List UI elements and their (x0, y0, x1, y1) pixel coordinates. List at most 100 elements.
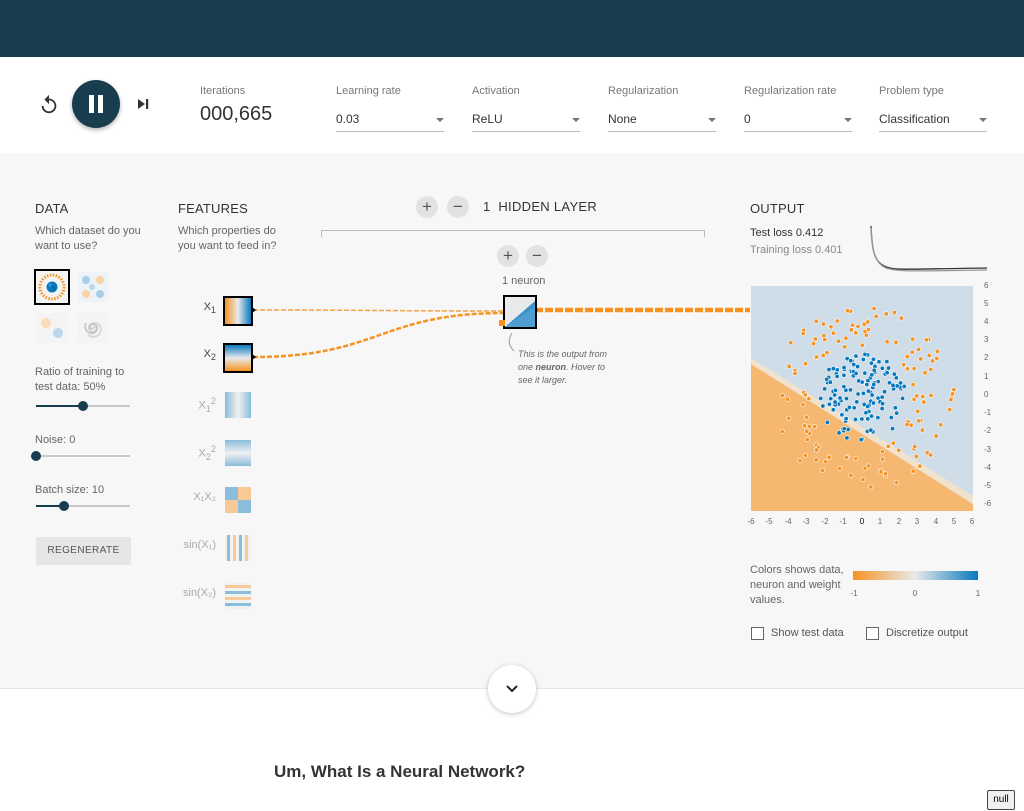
regularization-rate-select[interactable]: 0 (744, 111, 852, 132)
output-title: OUTPUT (750, 201, 805, 216)
data-point-orange (901, 362, 907, 368)
data-point-orange (879, 456, 885, 462)
pause-button[interactable] (72, 80, 120, 128)
data-point-orange (923, 337, 929, 343)
data-point-blue (851, 362, 857, 368)
data-point-blue (827, 379, 833, 385)
article-heading: Um, What Is a Neural Network? (274, 762, 526, 781)
data-point-orange (862, 465, 868, 471)
pause-icon (89, 95, 94, 113)
data-point-orange (911, 366, 917, 372)
data-point-orange (786, 363, 792, 369)
null-badge: null (987, 790, 1015, 810)
chevron-down-icon (506, 685, 518, 693)
step-icon[interactable] (134, 95, 152, 113)
data-point-orange (910, 336, 916, 342)
discretize-output-checkbox[interactable] (866, 627, 879, 640)
data-point-blue (870, 356, 876, 362)
data-point-orange (811, 424, 817, 430)
data-point-orange (882, 471, 888, 477)
data-point-orange (950, 391, 956, 397)
test-loss: Test loss 0.412 (750, 227, 824, 239)
data-point-orange (848, 472, 854, 478)
data-point-orange (926, 352, 932, 358)
data-point-blue (843, 416, 849, 422)
data-point-blue (826, 401, 832, 407)
problem-type-select[interactable]: Classification (879, 111, 987, 132)
data-point-blue (837, 395, 843, 401)
scroll-down-button[interactable] (488, 665, 536, 713)
data-point-blue (871, 381, 877, 387)
data-point-blue (876, 359, 882, 365)
data-point-blue (879, 394, 885, 400)
data-point-orange (928, 392, 934, 398)
data-point-orange (806, 396, 812, 402)
data-point-blue (879, 406, 885, 412)
data-point-blue (863, 410, 869, 416)
data-point-orange (835, 338, 841, 344)
data-point-blue (869, 372, 875, 378)
data-point-orange (779, 393, 785, 399)
data-point-blue (898, 380, 904, 386)
remove-layer-button[interactable]: − (447, 196, 469, 218)
data-point-blue (853, 370, 859, 376)
hidden-neuron[interactable] (503, 295, 537, 329)
learning-rate-select[interactable]: 0.03 (336, 111, 444, 132)
data-point-orange (890, 440, 896, 446)
link-x2-neuron[interactable] (252, 311, 506, 359)
add-neuron-button[interactable]: + (497, 245, 519, 267)
data-point-blue (900, 395, 906, 401)
data-point-blue (880, 401, 886, 407)
neuron-bias[interactable] (499, 320, 505, 326)
control-bar: Iterations 000,665 Learning rate 0.03 Ac… (0, 57, 1024, 154)
data-point-orange (785, 396, 791, 402)
activation-select[interactable]: ReLU (472, 111, 580, 132)
data-point-blue (834, 373, 840, 379)
chevron-down-icon (708, 118, 716, 122)
data-point-orange (812, 336, 818, 342)
regularization-select[interactable]: None (608, 111, 716, 132)
data-point-orange (821, 321, 827, 327)
data-point-orange (859, 342, 865, 348)
add-layer-button[interactable]: + (416, 196, 438, 218)
data-point-blue (855, 391, 861, 397)
data-point-blue (865, 378, 871, 384)
data-point-blue (888, 415, 894, 421)
data-point-blue (830, 407, 836, 413)
discretize-output-label: Discretize output (886, 627, 968, 639)
output-heatmap[interactable] (751, 286, 973, 511)
data-point-orange (834, 318, 840, 324)
data-point-orange (910, 468, 916, 474)
data-point-orange (878, 469, 884, 475)
data-point-blue (884, 359, 890, 365)
data-point-blue (844, 435, 850, 441)
data-point-orange (814, 354, 820, 360)
data-point-orange (951, 387, 957, 393)
link-x1-neuron[interactable] (252, 309, 506, 312)
remove-neuron-button[interactable]: − (526, 245, 548, 267)
data-point-orange (948, 397, 954, 403)
data-point-orange (938, 422, 944, 428)
data-point-orange (828, 324, 834, 330)
data-point-blue (841, 426, 847, 432)
data-point-blue (862, 351, 868, 357)
data-point-blue (882, 389, 888, 395)
layer-bracket (321, 230, 705, 237)
data-point-orange (855, 323, 861, 329)
data-point-blue (841, 372, 847, 378)
data-point-orange (802, 423, 808, 429)
data-point-orange (813, 457, 819, 463)
activation-label: Activation (472, 85, 520, 97)
data-point-orange (800, 402, 806, 408)
data-point-orange (928, 452, 934, 458)
test-loss-value: 0.412 (795, 227, 824, 239)
reset-icon[interactable] (38, 94, 60, 116)
data-point-orange (802, 452, 808, 458)
data-point-orange (792, 370, 798, 376)
data-point-blue (884, 370, 890, 376)
data-point-blue (824, 376, 830, 382)
show-test-data-checkbox[interactable] (751, 627, 764, 640)
data-point-orange (786, 415, 792, 421)
data-point-blue (854, 399, 860, 405)
data-point-orange (802, 392, 808, 398)
